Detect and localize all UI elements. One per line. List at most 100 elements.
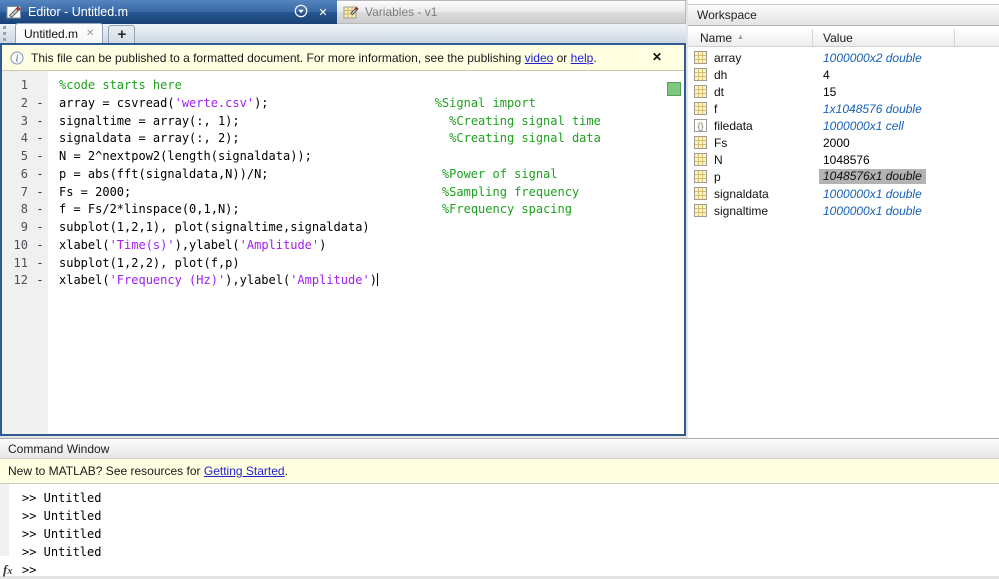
code-line[interactable]: signaldata = array(:, 2); %Creating sign…: [59, 130, 684, 148]
variable-name: array: [714, 51, 741, 65]
publish-video-link[interactable]: video: [525, 51, 554, 65]
gutter-line[interactable]: 4-: [2, 130, 48, 148]
command-window-body[interactable]: >> Untitled>> Untitled>> Untitled>> Unti…: [0, 484, 999, 576]
code-line[interactable]: xlabel('Frequency (Hz)'),ylabel('Amplitu…: [59, 272, 684, 290]
workspace-row[interactable]: array 1000000x2 double: [688, 49, 999, 66]
publish-info-bar: i This file can be published to a format…: [2, 45, 684, 71]
variable-name: signaldata: [714, 187, 769, 201]
editor-close-icon[interactable]: ✕: [315, 6, 331, 19]
gutter-line[interactable]: 1: [2, 77, 48, 95]
code-line[interactable]: xlabel('Time(s)'),ylabel('Amplitude'): [59, 237, 684, 255]
drag-grip[interactable]: [3, 26, 6, 41]
numeric-array-icon: [694, 102, 707, 115]
workspace-row[interactable]: dt 15: [688, 83, 999, 100]
editor-titlebar: Editor - Untitled.m ✕ Variables - v1: [0, 0, 686, 24]
code-lines[interactable]: %code starts herearray = csvread('werte.…: [48, 71, 684, 434]
command-history-line: >> Untitled: [22, 543, 999, 561]
numeric-array-icon: [694, 153, 707, 166]
new-to-matlab-banner: New to MATLAB? See resources for Getting…: [0, 459, 999, 484]
workspace-row[interactable]: N 1048576: [688, 151, 999, 168]
code-line[interactable]: signaltime = array(:, 1); %Creating sign…: [59, 113, 684, 131]
variable-value[interactable]: 15: [823, 85, 836, 99]
info-icon: i: [10, 51, 24, 65]
code-line[interactable]: p = abs(fft(signaldata,N))/N; %Power of …: [59, 166, 684, 184]
svg-text:i: i: [16, 53, 19, 64]
workspace-row[interactable]: signaltime1000000x1 double: [688, 202, 999, 219]
publish-info-text: This file can be published to a formatte…: [31, 51, 597, 65]
gutter-line[interactable]: 8-: [2, 201, 48, 219]
code-line[interactable]: %code starts here: [59, 77, 684, 95]
variable-name: dt: [714, 85, 724, 99]
variable-value[interactable]: 4: [823, 68, 830, 82]
tab-close-icon[interactable]: ✕: [86, 28, 94, 39]
info-bar-close-icon[interactable]: ✕: [652, 50, 662, 64]
gutter-line[interactable]: 6-: [2, 166, 48, 184]
getting-started-link[interactable]: Getting Started: [204, 464, 285, 478]
gutter-line[interactable]: 3-: [2, 113, 48, 131]
variable-value[interactable]: 1x1048576 double: [823, 102, 922, 116]
code-editor[interactable]: 12-3-4-5-6-7-8-9-10-11-12- %code starts …: [2, 71, 684, 434]
workspace-row[interactable]: f1x1048576 double: [688, 100, 999, 117]
code-line[interactable]: f = Fs/2*linspace(0,1,N); %Frequency spa…: [59, 201, 684, 219]
gutter-line[interactable]: 2-: [2, 95, 48, 113]
editor-pencil-icon: [6, 4, 22, 20]
variable-name: filedata: [714, 119, 753, 133]
code-line[interactable]: subplot(1,2,2), plot(f,p): [59, 255, 684, 273]
workspace-row[interactable]: Fs 2000: [688, 134, 999, 151]
dock-menu-icon[interactable]: [293, 4, 309, 21]
publish-help-link[interactable]: help: [571, 51, 594, 65]
gutter-line[interactable]: 11-: [2, 255, 48, 273]
workspace-row[interactable]: signaldata 1000000x1 double: [688, 185, 999, 202]
variable-value[interactable]: 1048576x1 double: [819, 169, 926, 184]
numeric-array-icon: [694, 187, 707, 200]
variable-value[interactable]: 1000000x1 cell: [823, 119, 904, 133]
gutter-line[interactable]: 5-: [2, 148, 48, 166]
numeric-array-icon: [694, 136, 707, 149]
command-prompt-row[interactable]: fx >>: [0, 561, 999, 579]
new-tab-button[interactable]: +: [108, 25, 135, 43]
code-line[interactable]: N = 2^nextpow2(length(signaldata));: [59, 148, 684, 166]
gutter-line[interactable]: 9-: [2, 219, 48, 237]
numeric-array-icon: [694, 204, 707, 217]
variable-value[interactable]: 2000: [823, 136, 850, 150]
variable-value[interactable]: 1000000x2 double: [823, 51, 922, 65]
svg-text:{}: {}: [697, 121, 703, 131]
variable-name: p: [714, 170, 721, 184]
variable-name: Fs: [714, 136, 727, 150]
workspace-row[interactable]: p 1048576x1 double: [688, 168, 999, 185]
code-analyzer-indicator[interactable]: [667, 82, 681, 96]
code-line[interactable]: Fs = 2000; %Sampling frequency: [59, 184, 684, 202]
gutter-line[interactable]: 10-: [2, 237, 48, 255]
column-header-name[interactable]: Name ▲: [688, 29, 813, 46]
sort-ascending-icon: ▲: [737, 34, 744, 41]
variable-name: N: [714, 153, 723, 167]
gutter-line[interactable]: 12-: [2, 272, 48, 290]
workspace-row[interactable]: dh 4: [688, 66, 999, 83]
workspace-column-headers: Name ▲ Value: [688, 29, 999, 47]
editor-titlebar-active[interactable]: Editor - Untitled.m ✕: [0, 0, 337, 24]
code-line[interactable]: subplot(1,2,1), plot(signaltime,signalda…: [59, 219, 684, 237]
column-header-value[interactable]: Value: [813, 29, 955, 46]
command-prompt[interactable]: >>: [22, 563, 36, 577]
workspace-variable-list: array 1000000x2 double dh 4 dt 15f1x1048576 d…: [688, 47, 999, 219]
editor-content: i This file can be published to a format…: [0, 45, 686, 436]
variable-name: dh: [714, 68, 727, 82]
command-history-line: >> Untitled: [22, 507, 999, 525]
gutter-line[interactable]: 7-: [2, 184, 48, 202]
command-window-margin: [0, 484, 9, 556]
tab-untitled[interactable]: Untitled.m ✕: [15, 23, 103, 43]
editor-tabbar: Untitled.m ✕ +: [0, 24, 686, 45]
code-line[interactable]: array = csvread('werte.csv'); %Signal im…: [59, 95, 684, 113]
variables-titlebar-inactive[interactable]: Variables - v1: [337, 0, 686, 24]
variable-value[interactable]: 1048576: [823, 153, 870, 167]
numeric-array-icon: [694, 85, 707, 98]
variables-icon: [343, 4, 359, 20]
column-header-empty: [955, 29, 999, 46]
command-window-title[interactable]: Command Window: [0, 438, 999, 459]
workspace-row[interactable]: {} filedata 1000000x1 cell: [688, 117, 999, 134]
workspace-title[interactable]: Workspace: [688, 4, 999, 26]
variable-value[interactable]: 1000000x1 double: [823, 187, 922, 201]
variable-value[interactable]: 1000000x1 double: [823, 204, 922, 218]
command-history-line: >> Untitled: [22, 489, 999, 507]
command-window: Command Window New to MATLAB? See resour…: [0, 438, 999, 576]
